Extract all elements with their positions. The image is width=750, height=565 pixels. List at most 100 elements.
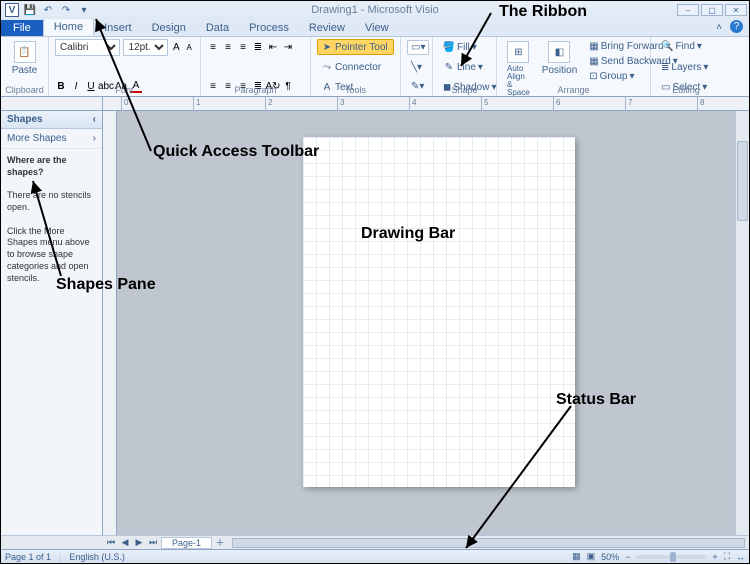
status-language[interactable]: English (U.S.): [69, 552, 125, 562]
group-quickshapes: ▭▾ ╲▾ ✎▾: [401, 37, 433, 96]
find-button[interactable]: 🔍 Find ▾: [657, 39, 715, 54]
connector-button[interactable]: ⤳Connector: [317, 59, 394, 75]
ribbon: 📋 Paste Clipboard Calibri 12pt. A A B I …: [1, 37, 749, 97]
zoom-in-button[interactable]: +: [712, 552, 717, 562]
page-nav-first[interactable]: ⏮: [105, 537, 117, 548]
status-page: Page 1 of 1: [5, 552, 51, 562]
page-nav-prev[interactable]: ◀: [119, 537, 131, 548]
drawing-canvas[interactable]: [103, 111, 749, 535]
collapse-icon[interactable]: ‹: [93, 114, 96, 125]
group-label: Paragraph: [201, 85, 310, 95]
tab-review[interactable]: Review: [299, 20, 355, 36]
shapes-where-label: Where are the shapes?: [1, 149, 102, 184]
zoom-slider[interactable]: [636, 555, 706, 559]
minimize-ribbon-icon[interactable]: ˄: [712, 20, 726, 34]
indent-right-icon[interactable]: ⇥: [282, 42, 294, 54]
group-clipboard: 📋 Paste Clipboard: [1, 37, 49, 96]
save-icon[interactable]: 💾: [23, 3, 37, 17]
group-label: Editing: [651, 85, 721, 95]
zoom-value[interactable]: 50%: [601, 552, 619, 562]
group-editing: 🔍 Find ▾ ≣ Layers ▾ ▭ Select ▾ Editing: [651, 37, 721, 96]
group-label: Tools: [311, 85, 400, 95]
tab-view[interactable]: View: [355, 20, 399, 36]
group-label: Arrange: [497, 85, 650, 95]
shapes-hint-label: Click the More Shapes menu above to brow…: [1, 220, 102, 290]
line-button[interactable]: ✎Line ▾: [439, 59, 490, 75]
align-bot-icon[interactable]: ≡: [237, 42, 249, 54]
ribbon-tabs: File Home Insert Design Data Process Rev…: [1, 19, 749, 37]
tab-process[interactable]: Process: [239, 20, 299, 36]
group-font: Calibri 12pt. A A B I U abc Aa A Font: [49, 37, 201, 96]
autoalign-icon: ⊞: [507, 41, 529, 63]
help-icon[interactable]: ?: [730, 20, 743, 33]
horizontal-scrollbar[interactable]: [232, 538, 745, 548]
group-label: Clipboard: [1, 85, 48, 95]
rectangle-button[interactable]: ▭▾: [407, 40, 429, 55]
grow-font-icon[interactable]: A: [171, 42, 181, 54]
connector-icon: ⤳: [321, 61, 333, 73]
maximize-button[interactable]: ▢: [701, 4, 723, 16]
shapes-header[interactable]: Shapes‹: [1, 111, 102, 129]
group-label: Shape: [433, 85, 496, 95]
page-tab-1[interactable]: Page-1: [161, 537, 212, 549]
group-arrange: ⊞Auto Align & Space ◧Position ▦ Bring Fo…: [497, 37, 651, 96]
tab-home[interactable]: Home: [43, 18, 94, 36]
zoom-thumb[interactable]: [670, 552, 676, 562]
horizontal-ruler: 012345678: [1, 97, 749, 111]
grid: [303, 137, 575, 487]
freeform-button[interactable]: ✎▾: [407, 79, 428, 94]
paste-button[interactable]: 📋 Paste: [7, 39, 42, 78]
fit-page-icon[interactable]: ⛶: [724, 551, 730, 562]
font-name-select[interactable]: Calibri: [55, 39, 120, 56]
window-title: Drawing1 - Microsoft Visio: [311, 4, 439, 16]
qat-more-icon[interactable]: ▾: [77, 3, 91, 17]
group-paragraph: ≡ ≡ ≡ ≣ ⇤ ⇥ ≡ ≡ ≡ ≣ A↻ ¶ Paragraph: [201, 37, 311, 96]
tab-design[interactable]: Design: [142, 20, 196, 36]
close-button[interactable]: ✕: [725, 4, 747, 16]
line-button-small[interactable]: ╲▾: [407, 60, 426, 75]
align-top-icon[interactable]: ≡: [207, 42, 219, 54]
zoom-out-button[interactable]: −: [625, 552, 630, 562]
fill-button[interactable]: 🪣Fill ▾: [439, 39, 490, 55]
tab-insert[interactable]: Insert: [94, 20, 142, 36]
switch-window-icon[interactable]: ↔: [736, 552, 745, 562]
layers-button[interactable]: ≣ Layers ▾: [657, 60, 715, 75]
group-label: Font: [49, 85, 200, 95]
undo-icon[interactable]: ↶: [41, 3, 55, 17]
status-bar: Page 1 of 1 | English (U.S.) ▦ ▣ 50% − +…: [1, 549, 749, 563]
group-tools: ➤Pointer Tool ⤳Connector AText Tools: [311, 37, 401, 96]
redo-icon[interactable]: ↷: [59, 3, 73, 17]
line-icon: ✎: [443, 61, 455, 73]
group-shape: 🪣Fill ▾ ✎Line ▾ ◼Shadow ▾ Shape: [433, 37, 497, 96]
vertical-ruler: [103, 111, 117, 535]
more-shapes-button[interactable]: More Shapes›: [1, 129, 102, 149]
view-normal-icon[interactable]: ▦: [572, 551, 581, 562]
title-bar: V 💾 ↶ ↷ ▾ Drawing1 - Microsoft Visio – ▢…: [1, 1, 749, 19]
page-nav-last[interactable]: ⏭: [147, 537, 159, 548]
shrink-font-icon[interactable]: A: [184, 42, 194, 54]
bullets-icon[interactable]: ≣: [252, 42, 264, 54]
quick-access-toolbar: V 💾 ↶ ↷ ▾: [1, 3, 91, 17]
fill-icon: 🪣: [443, 41, 455, 53]
indent-left-icon[interactable]: ⇤: [267, 42, 279, 54]
pointer-icon: ➤: [321, 41, 333, 53]
align-mid-icon[interactable]: ≡: [222, 42, 234, 54]
page-add-button[interactable]: ＋: [214, 536, 226, 549]
tab-data[interactable]: Data: [196, 20, 239, 36]
page-tab-bar: ⏮ ◀ ▶ ⏭ Page-1 ＋: [1, 535, 749, 549]
pointer-tool-button[interactable]: ➤Pointer Tool: [317, 39, 394, 55]
chevron-right-icon: ›: [93, 133, 96, 144]
tab-file[interactable]: File: [1, 20, 43, 36]
paste-icon: 📋: [14, 41, 36, 63]
app-icon[interactable]: V: [5, 3, 19, 17]
shapes-nostencils-label: There are no stencils open.: [1, 184, 102, 219]
position-icon: ◧: [548, 41, 570, 63]
font-size-select[interactable]: 12pt.: [123, 39, 168, 56]
page-nav-next[interactable]: ▶: [133, 537, 145, 548]
minimize-button[interactable]: –: [677, 4, 699, 16]
scrollbar-thumb[interactable]: [737, 141, 748, 221]
view-fullscreen-icon[interactable]: ▣: [587, 551, 596, 562]
vertical-scrollbar[interactable]: [735, 111, 749, 535]
shapes-pane: Shapes‹ More Shapes› Where are the shape…: [1, 111, 103, 535]
drawing-page[interactable]: [303, 137, 575, 487]
